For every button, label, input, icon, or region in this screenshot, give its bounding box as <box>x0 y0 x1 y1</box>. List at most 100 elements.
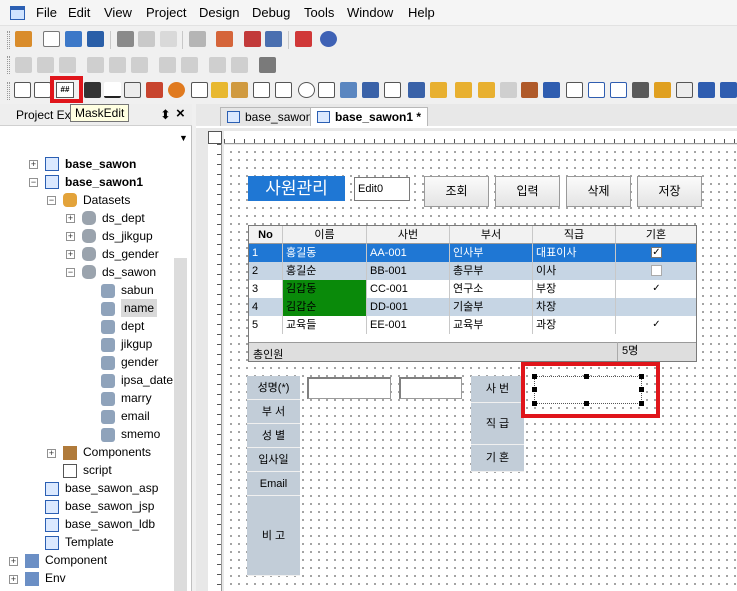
div-tool-icon[interactable] <box>231 82 248 98</box>
grid-cell[interactable]: EE-001 <box>367 316 450 334</box>
insert-button[interactable]: 입력 <box>495 176 560 207</box>
close-icon[interactable]: × <box>176 105 185 122</box>
calendar-tool-icon[interactable] <box>275 82 292 98</box>
menu-debug[interactable]: Debug <box>249 5 293 20</box>
table-tool-icon[interactable] <box>610 82 627 98</box>
browser-tool-icon[interactable] <box>566 82 583 98</box>
checkbox-tool-icon[interactable] <box>191 82 208 98</box>
tree-item-script[interactable]: script <box>83 461 112 479</box>
married-checkbox[interactable]: ✓ <box>651 319 662 330</box>
grid-cell[interactable]: 부장 <box>533 280 616 298</box>
tree-item-column[interactable]: jikgup <box>121 335 152 353</box>
chevron-down-icon[interactable]: ▼ <box>179 133 188 143</box>
grid-cell[interactable]: 5 <box>249 316 283 334</box>
menu-window[interactable]: Window <box>344 5 396 20</box>
listbox-tool-icon[interactable] <box>253 82 270 98</box>
grid-cell[interactable]: 차장 <box>533 298 616 316</box>
tree-item-base-sawon-asp[interactable]: base_sawon_asp <box>65 479 158 497</box>
save-button[interactable]: 저장 <box>637 176 702 207</box>
debug-icon[interactable] <box>265 31 282 47</box>
tree-item-ds-dept[interactable]: ds_dept <box>102 209 145 227</box>
grid-cell[interactable]: BB-001 <box>367 262 450 280</box>
grid-cell[interactable]: 대표이사 <box>533 244 616 262</box>
report-tool-icon[interactable] <box>654 82 671 98</box>
grid-cell[interactable]: CC-001 <box>367 280 450 298</box>
options-icon[interactable] <box>295 31 312 47</box>
help-icon[interactable] <box>320 31 337 47</box>
grid-cell[interactable]: 김갑순 <box>283 298 367 316</box>
same-width-icon[interactable] <box>159 57 176 73</box>
toolbar-grip[interactable] <box>7 82 10 100</box>
expand-icon[interactable]: + <box>66 250 75 259</box>
tree-item-column[interactable]: gender <box>121 353 158 371</box>
spin-tool-icon[interactable] <box>318 82 335 98</box>
split-tool-icon[interactable] <box>588 82 605 98</box>
married-checkbox[interactable] <box>651 265 662 276</box>
collapse-icon[interactable]: − <box>66 268 75 277</box>
align-left-icon[interactable] <box>15 57 32 73</box>
name-field-2[interactable] <box>399 377 462 399</box>
edit0-field[interactable]: Edit0 <box>354 177 410 201</box>
same-height-icon[interactable] <box>181 57 198 73</box>
design-canvas[interactable] <box>224 145 737 591</box>
align-center-icon[interactable] <box>37 57 54 73</box>
open-icon[interactable] <box>65 31 82 47</box>
align-bottom-icon[interactable] <box>131 57 148 73</box>
tab-base-sawon[interactable]: base_sawon <box>220 107 320 127</box>
grid-cell[interactable]: 3 <box>249 280 283 298</box>
print-icon[interactable] <box>189 31 206 47</box>
grid-header[interactable]: 이름 <box>283 226 367 244</box>
menu-help[interactable]: Help <box>405 5 438 20</box>
tree-item-ds-gender[interactable]: ds_gender <box>102 245 159 263</box>
tab-tool-icon[interactable] <box>362 82 379 98</box>
label-tool-icon[interactable] <box>104 82 121 98</box>
grid-header[interactable]: 부서 <box>450 226 533 244</box>
tree-item-components[interactable]: Components <box>83 443 151 461</box>
grid-cell[interactable]: 인사부 <box>450 244 533 262</box>
button-tool-icon[interactable] <box>84 82 101 98</box>
pin-tool-icon[interactable] <box>259 57 276 73</box>
tree-item-column[interactable]: email <box>121 407 150 425</box>
delete-button[interactable]: 삭제 <box>566 176 631 207</box>
cut-icon[interactable] <box>117 31 134 47</box>
grid-cell[interactable]: 1 <box>249 244 283 262</box>
static-tool-icon[interactable] <box>34 82 51 98</box>
tree-item-ds-sawon[interactable]: ds_sawon <box>102 263 156 281</box>
activex-tool-icon[interactable] <box>521 82 538 98</box>
grid-cell[interactable]: 이사 <box>533 262 616 280</box>
grid-cell[interactable] <box>616 298 696 316</box>
expand-icon[interactable]: + <box>66 232 75 241</box>
paste-icon[interactable] <box>160 31 177 47</box>
edit-tool-icon[interactable] <box>124 82 141 98</box>
save-all-icon[interactable] <box>87 31 104 47</box>
dataset-tool-icon[interactable] <box>455 82 472 98</box>
grid-cell[interactable]: 총무부 <box>450 262 533 280</box>
align-right-icon[interactable] <box>59 57 76 73</box>
form-title[interactable]: 사원관리 <box>248 176 345 201</box>
timer-tool-icon[interactable] <box>478 82 495 98</box>
menu-project[interactable]: Project <box>143 5 189 20</box>
tree-item-base-sawon[interactable]: base_sawon <box>65 155 136 173</box>
tree-item-base-sawon-ldb[interactable]: base_sawon_ldb <box>65 515 155 533</box>
grid-cell[interactable]: 연구소 <box>450 280 533 298</box>
toolbar-grip[interactable] <box>7 31 10 49</box>
treeview-tool-icon[interactable] <box>408 82 425 98</box>
menu-view[interactable]: View <box>101 5 135 20</box>
grid-cell[interactable]: AA-001 <box>367 244 450 262</box>
chart-tool-icon[interactable] <box>632 82 649 98</box>
expand-icon[interactable]: + <box>29 160 38 169</box>
grid-cell[interactable]: 교육들 <box>283 316 367 334</box>
grid-cell[interactable]: 과장 <box>533 316 616 334</box>
tree-item-template[interactable]: Template <box>65 533 114 551</box>
toolbar-grip[interactable] <box>7 56 10 74</box>
tree-item-column[interactable]: dept <box>121 317 144 335</box>
tree-item-component[interactable]: Component <box>45 551 107 569</box>
radio-tool-icon[interactable] <box>298 82 315 98</box>
image-tool-icon[interactable] <box>168 82 185 98</box>
menu-tool-icon[interactable] <box>430 82 447 98</box>
combo-tool-icon[interactable] <box>211 82 228 98</box>
run-icon[interactable] <box>244 31 261 47</box>
grid-cell[interactable]: 홍길동 <box>283 244 367 262</box>
name-field[interactable] <box>307 377 391 399</box>
grid-tool-icon[interactable] <box>384 82 401 98</box>
